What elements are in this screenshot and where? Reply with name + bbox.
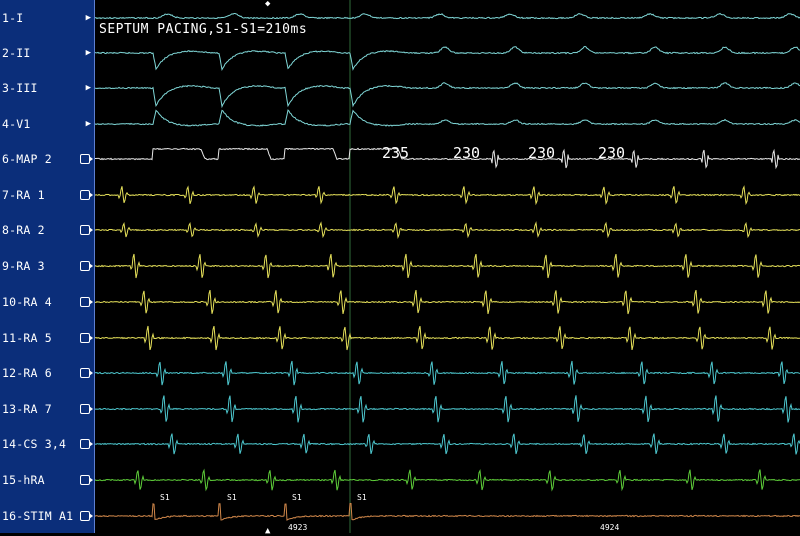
play-triangle-icon[interactable]: ▶	[86, 13, 91, 23]
stim-label: S1	[292, 493, 302, 502]
channel-row[interactable]: 3-III ▶	[0, 70, 94, 106]
interval-label: 230	[598, 144, 626, 162]
channel-sidebar: 1-I ▶ 2-II ▶ 3-III ▶ 4-V1 ▶ 6-MAP 2 7-RA 1 8-RA 2 9…	[0, 0, 95, 533]
trace-1-i	[95, 12, 800, 20]
channel-row[interactable]: 12-RA 6	[0, 355, 94, 391]
play-triangle-icon[interactable]: ▶	[86, 119, 91, 129]
channel-row[interactable]: 1-I ▶	[0, 0, 94, 36]
channel-label: 2-II	[2, 46, 31, 60]
channel-label: 8-RA 2	[2, 223, 45, 237]
channel-arrow-icon[interactable]	[80, 225, 93, 235]
trace-2-ii	[95, 45, 800, 72]
channel-label: 12-RA 6	[2, 366, 52, 380]
channel-row[interactable]: 6-MAP 2	[0, 141, 94, 177]
channel-arrow-icon[interactable]	[80, 190, 93, 200]
channel-arrow-icon[interactable]	[80, 297, 93, 307]
channel-label: 3-III	[2, 81, 38, 95]
ecg-trace-area	[95, 0, 800, 533]
interval-label: 235	[382, 144, 410, 162]
channel-label: 15-hRA	[2, 473, 45, 487]
trace-10-ra-4	[95, 289, 800, 315]
channel-arrow-icon[interactable]	[80, 368, 93, 378]
trace-6-map-2	[95, 147, 800, 170]
play-triangle-icon[interactable]: ▶	[86, 83, 91, 93]
trace-7-ra-1	[95, 185, 800, 206]
channel-row[interactable]: 15-hRA	[0, 462, 94, 498]
trace-12-ra-6	[95, 360, 800, 386]
trace-4-v1	[95, 109, 800, 127]
channel-label: 6-MAP 2	[2, 152, 52, 166]
channel-arrow-icon[interactable]	[80, 261, 93, 271]
trace-14-cs-3-4	[95, 433, 800, 455]
channel-arrow-icon[interactable]	[80, 404, 93, 414]
channel-label: 10-RA 4	[2, 295, 52, 309]
trace-8-ra-2	[95, 221, 800, 240]
trace-11-ra-5	[95, 325, 800, 351]
channel-label: 4-V1	[2, 117, 31, 131]
channel-row[interactable]: 10-RA 4	[0, 284, 94, 320]
channel-row[interactable]: 2-II ▶	[0, 35, 94, 71]
channel-label: 11-RA 5	[2, 331, 52, 345]
channel-label: 9-RA 3	[2, 259, 45, 273]
stim-label: S1	[227, 493, 237, 502]
channel-label: 1-I	[2, 11, 24, 25]
channel-arrow-icon[interactable]	[80, 439, 93, 449]
channel-row[interactable]: 7-RA 1	[0, 177, 94, 213]
channel-arrow-icon[interactable]	[80, 475, 93, 485]
beat-number: 4924	[600, 523, 620, 532]
channel-row[interactable]: 8-RA 2	[0, 212, 94, 248]
channel-label: 7-RA 1	[2, 188, 45, 202]
stim-label: S1	[357, 493, 367, 502]
play-triangle-icon[interactable]: ▶	[86, 48, 91, 58]
trace-3-iii	[95, 82, 800, 109]
channel-arrow-icon[interactable]	[80, 511, 93, 521]
trace-15-hra	[95, 468, 800, 492]
channel-row[interactable]: 13-RA 7	[0, 391, 94, 427]
channel-row[interactable]: 16-STIM A1	[0, 498, 94, 534]
channel-arrow-icon[interactable]	[80, 333, 93, 343]
channel-label: 13-RA 7	[2, 402, 52, 416]
channel-arrow-icon[interactable]	[80, 154, 93, 164]
channel-row[interactable]: 4-V1 ▶	[0, 106, 94, 142]
caliper-top-marker-icon[interactable]: ◆	[265, 0, 270, 9]
pacing-protocol-title: SEPTUM PACING,S1-S1=210ms	[99, 22, 308, 37]
channel-row[interactable]: 9-RA 3	[0, 248, 94, 284]
interval-label: 230	[453, 144, 481, 162]
beat-number: 4923	[288, 523, 308, 532]
channel-row[interactable]: 11-RA 5	[0, 320, 94, 356]
trace-16-stim-a1	[95, 503, 800, 521]
interval-label: 230	[528, 144, 556, 162]
trace-13-ra-7	[95, 395, 800, 423]
stim-label: S1	[160, 493, 170, 502]
channel-row[interactable]: 14-CS 3,4	[0, 426, 94, 462]
caliper-bottom-marker-icon[interactable]: ▲	[265, 527, 270, 536]
trace-9-ra-3	[95, 253, 800, 279]
channel-label: 16-STIM A1	[2, 509, 74, 523]
channel-label: 14-CS 3,4	[2, 437, 67, 451]
